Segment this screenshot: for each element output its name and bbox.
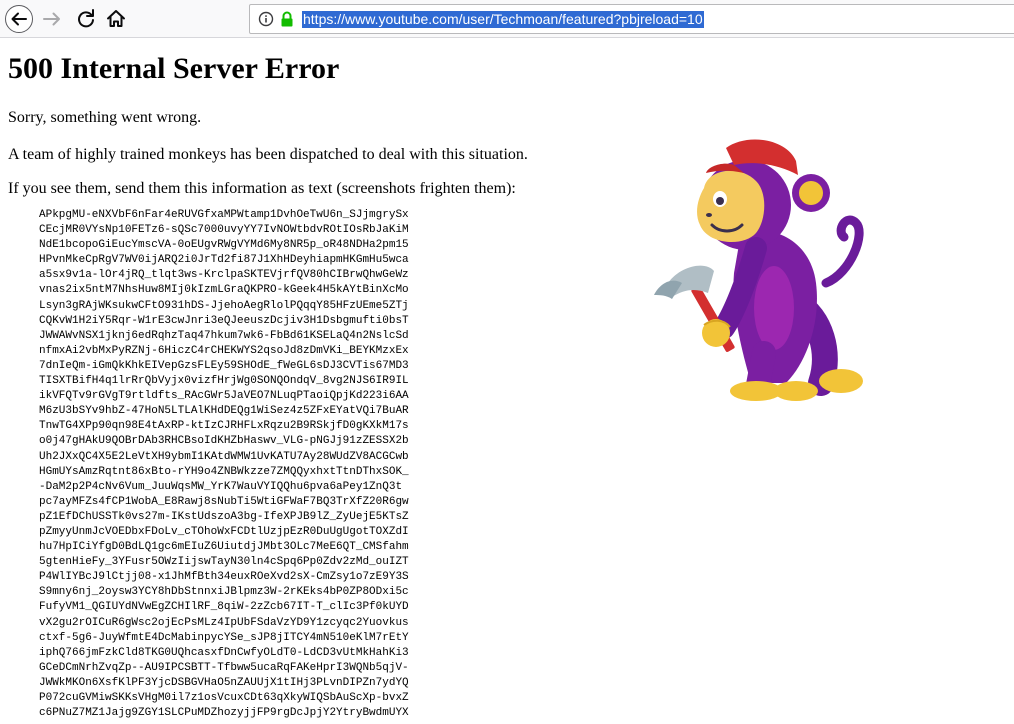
url-text[interactable]: https://www.youtube.com/user/Techmoan/fe… [302, 11, 704, 28]
instructions-message: If you see them, send them this informat… [8, 180, 516, 197]
forward-arrow-icon [43, 12, 60, 26]
error-info-line: TISXTBifH4q1lrRrQbVyjx0vizfHrjWg0SONQOnd… [39, 375, 409, 388]
error-info-line: JWWAWvNSX1jknj6edRqhzTaq47hkum7wk6-FbBd6… [39, 329, 409, 342]
error-info-line: APkpgMU-eNXVbF6nFar4eRUVGfxaMPWtamp1DvhO… [39, 209, 409, 221]
monkey-with-hammer-illustration [654, 139, 864, 401]
error-info-line: 5gtenHieFy_3YFusr5OWzIijswTayN30ln4cSpq6… [39, 556, 409, 569]
error-info-line: CQKvW1H2iY5Rqr-W1rE3cwJnri3eQJeeuszDcjiv… [39, 314, 409, 327]
error-info-line: a5sx9v1a-lOr4jRQ_tlqt3ws-KrclpaSKTEVjrfQ… [39, 269, 409, 282]
home-icon [107, 10, 125, 27]
error-info-line: Lsyn3gRAjWKsukwCFtO931hDS-JjehoAegRlolPQ… [39, 299, 409, 312]
error-info-line: CEcjMR0VYsNp10FETz6-sQSc7000uvyYY7IvNOWt… [39, 224, 409, 237]
back-arrow-icon [5, 5, 33, 33]
error-info-text: APkpgMU-eNXVbF6nFar4eRUVGfxaMPWtamp1DvhO… [39, 208, 409, 721]
error-info-line: pZmyyUnmJcVOEDbxFDoLv_cTOhoWxFCDtlUzjpEz… [39, 525, 409, 538]
error-info-line: FufyVM1_QGIUYdNVwEgZCHIlRF_8qiW-2zZcb67I… [39, 601, 409, 614]
error-info-line: vX2gu2rOICuR6gWsc2ojEcPsMLz4IpUbFSdaVzYD… [39, 616, 409, 629]
error-info-line: M6zU3bSYv9hbZ-47HoN5LTLAlKHdDEQg1WiSez4z… [39, 405, 409, 418]
address-bar[interactable]: https://www.youtube.com/user/Techmoan/fe… [249, 4, 1014, 34]
reload-button[interactable] [72, 5, 102, 35]
error-info-line: vnas2ix5ntM7NhsHuw8MIj0kIzmLGraQKPRO-kGe… [39, 284, 409, 297]
error-info-line: TnwTG4XPp90qn98E4tAxRP-ktIzCJRHFLxRqzu2B… [39, 420, 409, 433]
home-button[interactable] [102, 5, 132, 35]
error-info-line: hu7HpICiYfgD0BdLQ1gc6mEIuZ6UiutdjJMbt3OL… [39, 541, 409, 554]
error-info-line: -DaM2p2P4cNv6Vum_JuuWqsMW_YrK7WauVYIQQhu… [39, 480, 403, 493]
reload-icon [78, 9, 94, 28]
forward-button[interactable] [38, 5, 68, 35]
error-info-line: NdE1bcopoGiEucYmscVA-0oEUgvRWgVYMd6My8NR… [39, 239, 409, 252]
error-info-line: JWWkMKOn6XsfKlPF3YjcDSBGVHaO5nZAUUjX1tIH… [39, 676, 409, 689]
error-info-line: o0j47gHAkU9QOBrDAb3RHCBsoIdKHZbHaswv_VLG… [39, 435, 409, 448]
error-info-line: ikVFQTv9rGVgT9rtldfts_RAcGWr5JaVEO7NLuqP… [39, 390, 409, 403]
browser-toolbar: https://www.youtube.com/user/Techmoan/fe… [0, 0, 1014, 38]
error-info-line: ctxf-5g6-JuyWfmtE4DcMabinpycYSe_sJP8jITC… [39, 631, 409, 644]
back-button[interactable] [4, 4, 34, 34]
error-info-line: HGmUYsAmzRqtnt86xBto-rYH9o4ZNBWkzze7ZMQQ… [39, 465, 409, 478]
error-info-line: Uh2JXxQC4X5E2LeVtXH9ybmI1KAtdWMW1UvKATU7… [39, 450, 409, 463]
sorry-message: Sorry, something went wrong. [8, 109, 202, 126]
page-title: 500 Internal Server Error [8, 52, 340, 85]
error-info-line: GCeDCmNrhZvqZp--AU9IPCSBTT-Tfbww5ucaRqFA… [39, 661, 409, 674]
lock-icon[interactable] [279, 11, 295, 28]
error-info-line: HPvnMkeCpRgV7WV0ijARQ2i0JrTd2fi87J1XhHDe… [39, 254, 409, 267]
error-info-line: iphQ766jmFzkCld8TKG0UQhcasxfDnCwfyOLdT0-… [39, 646, 409, 659]
error-info-line: P072cuGVMiwSKKsVHgM0il7z1osVcuxCDt63qXky… [39, 692, 409, 704]
error-info-line: nfmxAi2vbMxPyRZNj-6HiczC4rCHEKWYS2qsoJd8… [39, 344, 409, 357]
error-info-line: S9mny6nj_2oysw3YCY8hDbStnnxiJBlpmz3W-2rK… [39, 586, 409, 599]
error-info-line: P4WlIYBcJ9lCtjj08-x1JhMfBth34euxROeXvd2s… [39, 571, 409, 584]
error-info-line: 7dnIeQm-iGmQkKhkEIVepGzsFLEy59SHOdE_fWeG… [39, 359, 409, 372]
error-info-line: pZ1EfDChUSSTk0vs27m-IKstUdszoA3bg-IfeXPJ… [39, 510, 409, 523]
error-info-line: pc7ayMFZs4fCP1WobA_E8Rawj8sNubTi5WtiGFWa… [39, 495, 409, 508]
info-icon[interactable] [258, 11, 274, 27]
monkeys-message: A team of highly trained monkeys has bee… [8, 146, 528, 163]
error-info-line: c6PNuZ7MZ1Jajg9ZGY1SLCPuMDZhozyjjFP9rgDc… [39, 707, 409, 720]
